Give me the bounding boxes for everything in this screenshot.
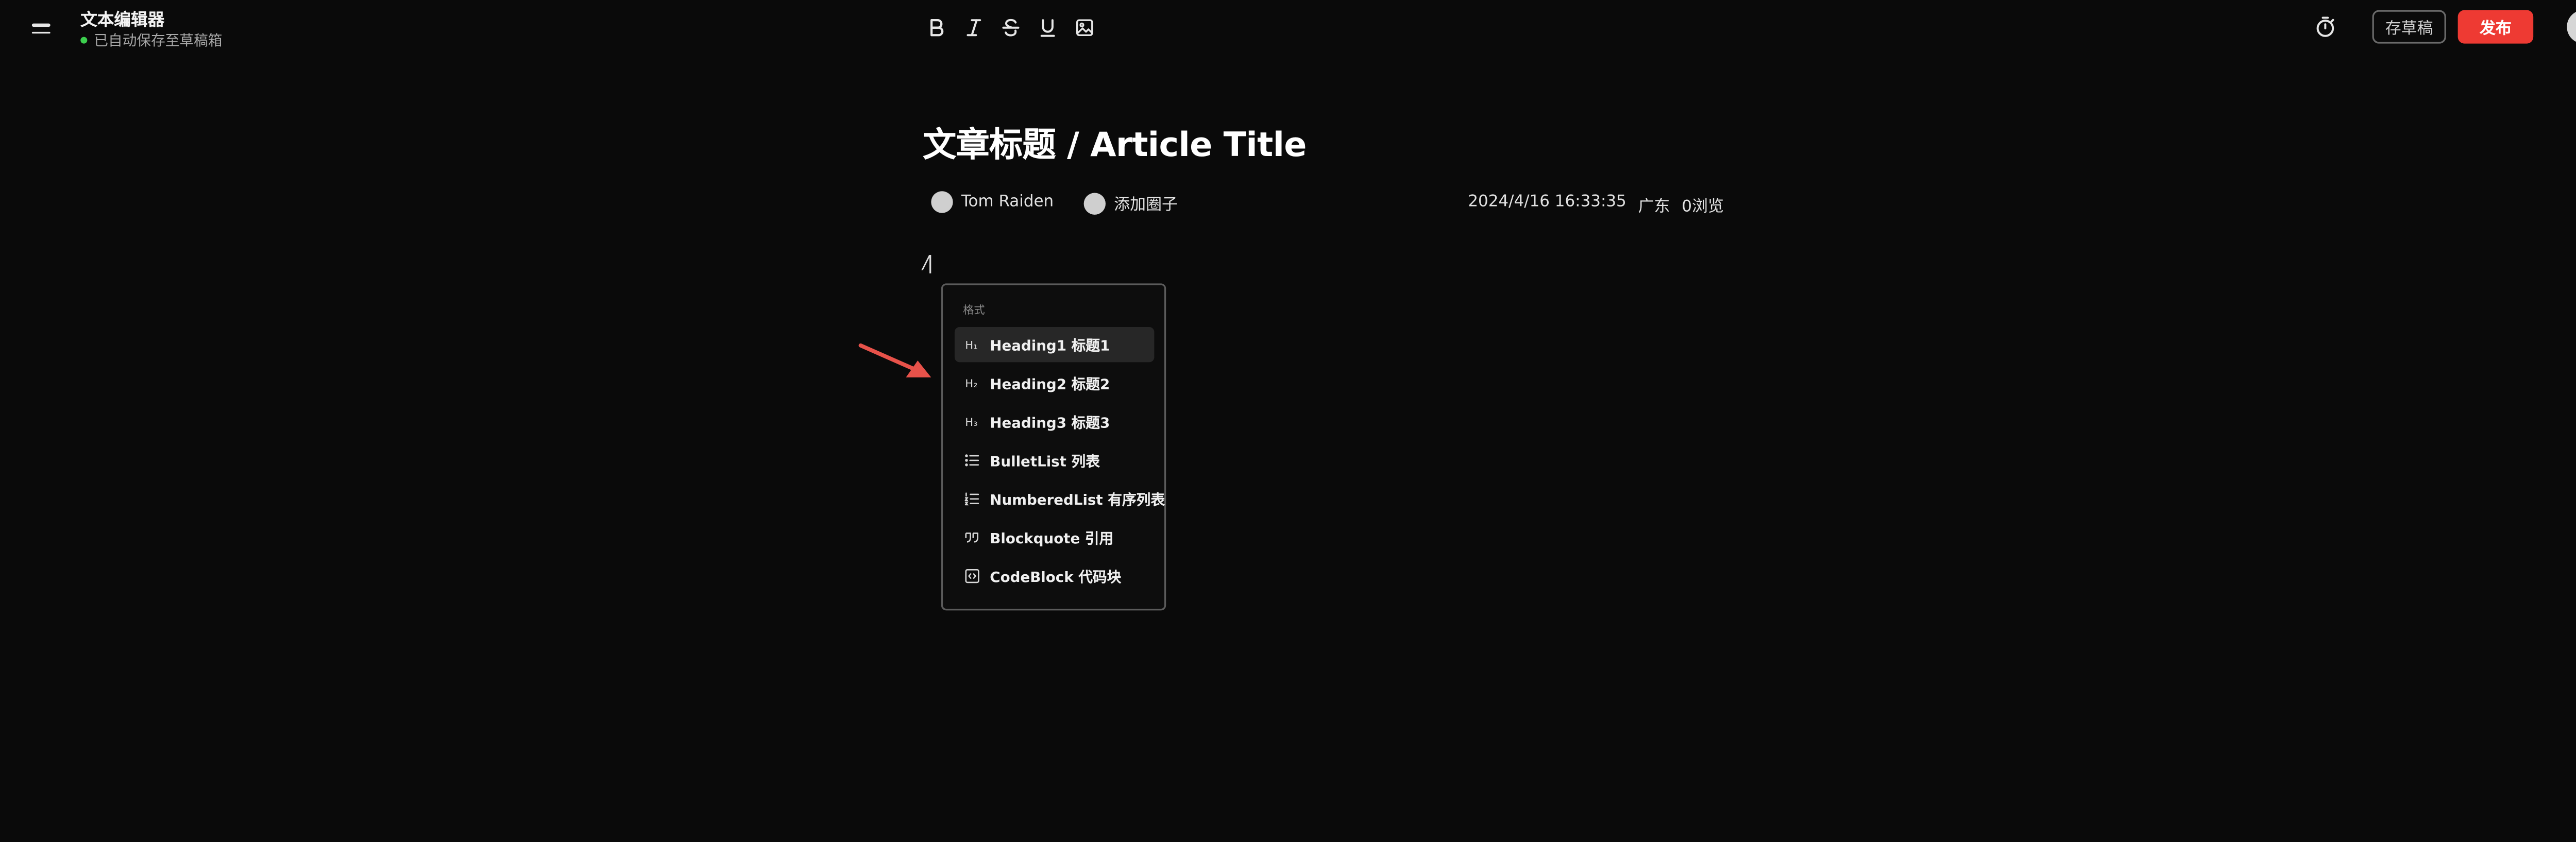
menu-item-label: BulletList 列表	[990, 453, 1100, 471]
format-toolbar	[923, 13, 1097, 40]
menu-item-label: Blockquote 引用	[990, 530, 1114, 548]
code-block-icon	[963, 568, 980, 585]
menu-item-label: NumberedList 有序列表	[990, 492, 1165, 509]
underline-icon[interactable]	[1033, 13, 1060, 40]
menu-item-heading2[interactable]: H₂ Heading2 标题2	[955, 366, 1155, 401]
menu-item-heading1[interactable]: H₁ Heading1 标题1	[954, 327, 1155, 363]
h2-icon: H₂	[965, 376, 978, 390]
menu-item-label: CodeBlock 代码块	[990, 569, 1122, 587]
app-title: 文本编辑器	[80, 11, 165, 30]
article-meta: 2024/4/16 16:33:35 广东 0浏览	[1468, 193, 1723, 216]
menu-item-heading3[interactable]: H₃ Heading3 标题3	[955, 404, 1155, 439]
bold-icon[interactable]	[923, 13, 950, 40]
slash-command-menu: 格式 H₁ Heading1 标题1 H₂ Heading2 标题2 H₃ He…	[941, 283, 1166, 611]
h3-icon: H₃	[965, 415, 978, 429]
bullet-list-icon	[963, 452, 980, 469]
menu-icon[interactable]	[27, 17, 54, 41]
author-name: Tom Raiden	[961, 193, 1054, 212]
editor-content[interactable]: /	[923, 251, 929, 273]
menu-item-numbered-list[interactable]: NumberedList 有序列表	[955, 482, 1165, 517]
add-circle-label: 添加圈子	[1114, 196, 1178, 215]
h1-icon: H₁	[965, 338, 978, 352]
publish-datetime: 2024/4/16 16:33:35	[1468, 193, 1626, 212]
user-avatar[interactable]	[2567, 10, 2576, 44]
menu-item-label: Heading3 标题3	[990, 415, 1110, 432]
annotation-arrow-icon	[858, 343, 931, 377]
strikethrough-icon[interactable]	[996, 13, 1023, 40]
italic-icon[interactable]	[960, 13, 987, 40]
view-count: 0浏览	[1682, 198, 1724, 217]
add-circle[interactable]: 添加圈子	[1083, 191, 1178, 215]
author-avatar	[931, 191, 953, 213]
article-title[interactable]: 文章标题 / Article Title	[923, 117, 1307, 166]
text-caret	[929, 254, 931, 273]
image-icon[interactable]	[1071, 13, 1097, 40]
menu-item-bullet-list[interactable]: BulletList 列表	[955, 443, 1155, 478]
editor-page: 文本编辑器 已自动保存至草稿箱 存草稿 发布 文章标题 / Article Ti…	[0, 0, 2576, 842]
save-draft-button[interactable]: 存草稿	[2372, 10, 2446, 44]
location: 广东	[1638, 198, 1670, 217]
save-status: 已自动保存至草稿箱	[80, 30, 223, 50]
menu-item-label: Heading2 标题2	[990, 376, 1110, 393]
circle-avatar	[1083, 192, 1106, 214]
menu-section-label: 格式	[963, 303, 985, 317]
publish-button[interactable]: 发布	[2458, 10, 2534, 44]
status-dot-icon	[80, 37, 88, 44]
menu-item-blockquote[interactable]: Blockquote 引用	[955, 520, 1155, 555]
numbered-list-icon	[963, 490, 980, 507]
menu-item-label: Heading1 标题1	[990, 338, 1110, 355]
menu-item-code-block[interactable]: CodeBlock 代码块	[955, 558, 1155, 593]
blockquote-icon	[963, 529, 980, 546]
save-status-text: 已自动保存至草稿箱	[94, 33, 223, 50]
author[interactable]: Tom Raiden	[931, 191, 1054, 213]
timer-icon[interactable]	[2312, 13, 2338, 40]
